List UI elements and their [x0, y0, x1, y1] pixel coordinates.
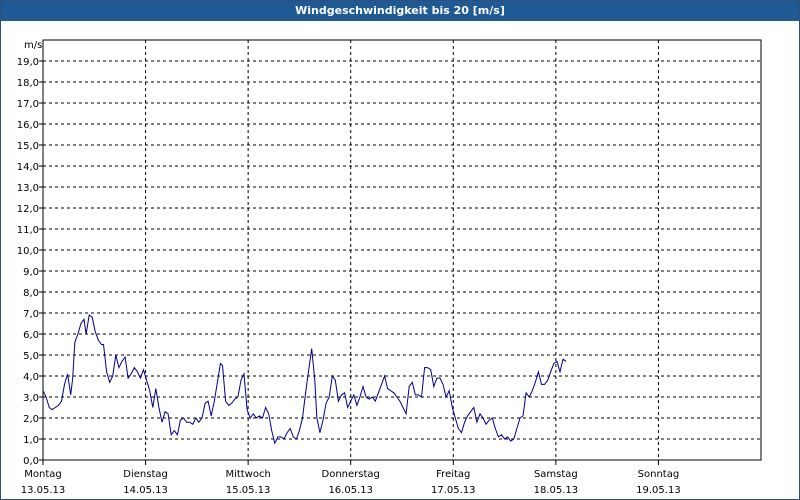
x-tick-day: Freitag	[436, 469, 470, 480]
x-tick-day: Montag	[24, 469, 61, 480]
x-tick-day: Donnerstag	[322, 469, 380, 480]
y-tick-label: 10,0	[17, 246, 39, 257]
chart-window: Windgeschwindigkeit bis 20 [m/s] 0,0 1,0 2…	[0, 0, 800, 500]
x-tick-date: 16.05.13	[328, 485, 373, 496]
y-tick-label: 17,0	[17, 99, 39, 110]
y-tick-label: 15,0	[17, 141, 39, 152]
y-tick-label: 8,0	[23, 288, 39, 299]
chart-title: Windgeschwindigkeit bis 20 [m/s]	[1, 1, 799, 21]
y-tick-label: 6,0	[23, 330, 39, 341]
x-tick-date: 13.05.13	[21, 485, 66, 496]
y-tick-label: 19,0	[17, 57, 39, 68]
x-tick-date: 18.05.13	[534, 485, 579, 496]
y-tick-label: 2,0	[23, 414, 39, 425]
x-tick-day: Dienstag	[123, 469, 168, 480]
chart-plot: 0,0 1,0 2,0 3,0 4,0 5,0 6,0 7,0 8,0 9,0 10,0 11,0 12…	[17, 39, 762, 496]
y-tick-label: 4,0	[23, 372, 39, 383]
y-tick-label: 7,0	[23, 309, 39, 320]
y-tick-label: 3,0	[23, 393, 39, 404]
y-tick-label: 13,0	[17, 183, 39, 194]
y-tick-label: 1,0	[23, 435, 39, 446]
y-tick-label: 12,0	[17, 204, 39, 215]
x-tick-date: 19.05.13	[636, 485, 681, 496]
y-tick-label: 16,0	[17, 120, 39, 131]
y-tick-label: 5,0	[23, 351, 39, 362]
y-tick-label: 0,0	[23, 456, 39, 467]
x-tick-day: Sonntag	[638, 469, 680, 480]
y-tick-label: 11,0	[17, 225, 39, 236]
x-tick-date: 17.05.13	[431, 485, 476, 496]
x-tick-date: 14.05.13	[123, 485, 168, 496]
y-axis-unit: m/s	[24, 40, 42, 51]
y-tick-label: 9,0	[23, 267, 39, 278]
x-tick-date: 15.05.13	[226, 485, 271, 496]
x-tick-day: Mittwoch	[225, 469, 270, 480]
x-tick-day: Samstag	[534, 469, 578, 480]
y-tick-label: 18,0	[17, 78, 39, 89]
y-tick-label: 14,0	[17, 162, 39, 173]
